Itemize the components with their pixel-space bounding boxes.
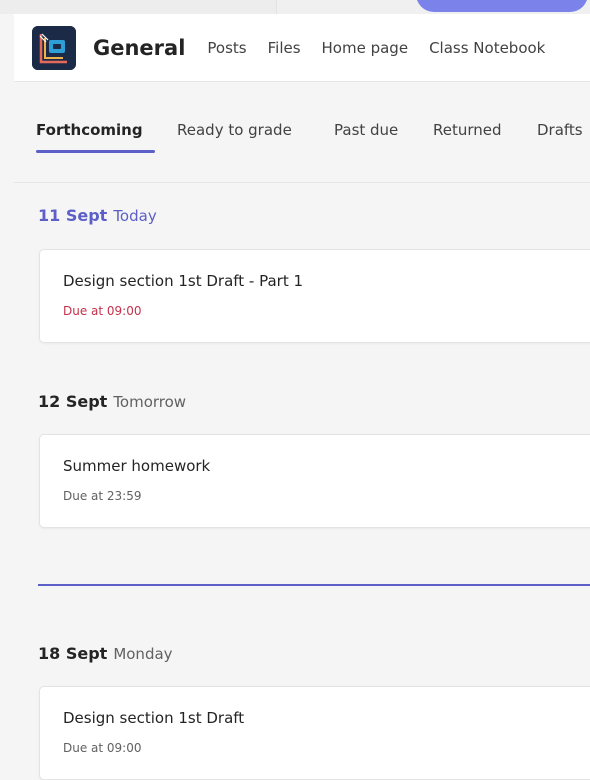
week-divider	[38, 584, 590, 586]
assignment-title: Summer homework	[63, 457, 211, 475]
date-heading-tomorrow: 12 Sept Tomorrow	[38, 392, 186, 411]
class-team-icon[interactable]	[32, 25, 76, 70]
assignments-panel: Forthcoming Ready to grade Past due Retu…	[14, 82, 590, 780]
filter-tab-drafts[interactable]: Drafts	[537, 121, 583, 139]
tab-class-notebook[interactable]: Class Notebook	[429, 39, 545, 57]
active-tab-indicator	[36, 150, 155, 153]
filter-tab-forthcoming[interactable]: Forthcoming	[36, 121, 143, 139]
relative-day-label: Tomorrow	[113, 393, 187, 411]
assignment-title: Design section 1st Draft	[63, 709, 245, 727]
channel-header: General Posts Files Home page Class Note…	[14, 14, 590, 82]
date-label: 12 Sept	[38, 392, 108, 411]
assignment-card[interactable]: Summer homework Due at 23:59	[39, 434, 590, 528]
date-heading-monday: 18 Sept Monday	[38, 644, 173, 663]
filter-tabs: Forthcoming Ready to grade Past due Retu…	[14, 82, 590, 183]
tab-posts[interactable]: Posts	[207, 39, 246, 57]
filter-tab-returned[interactable]: Returned	[433, 121, 502, 139]
relative-day-label: Monday	[113, 645, 173, 663]
team-name: General	[93, 35, 186, 60]
meeting-pill[interactable]	[416, 0, 588, 12]
assignment-due: Due at 09:00	[63, 304, 142, 318]
filter-tab-ready-to-grade[interactable]: Ready to grade	[177, 121, 292, 139]
assignment-title: Design section 1st Draft - Part 1	[63, 272, 304, 290]
date-label: 18 Sept	[38, 644, 108, 663]
date-heading-today: 11 Sept Today	[38, 206, 157, 225]
filter-tab-past-due[interactable]: Past due	[334, 121, 398, 139]
top-strip	[0, 0, 590, 14]
assignment-card[interactable]: Design section 1st Draft - Part 1 Due at…	[39, 249, 590, 343]
date-label: 11 Sept	[38, 206, 108, 225]
assignment-due: Due at 23:59	[63, 489, 142, 503]
left-panel-edge	[0, 0, 277, 14]
relative-day-label: Today	[113, 207, 157, 225]
tab-home-page[interactable]: Home page	[322, 39, 409, 57]
assignment-card[interactable]: Design section 1st Draft Due at 09:00	[39, 686, 590, 780]
assignment-due: Due at 09:00	[63, 741, 142, 755]
tab-files[interactable]: Files	[268, 39, 301, 57]
